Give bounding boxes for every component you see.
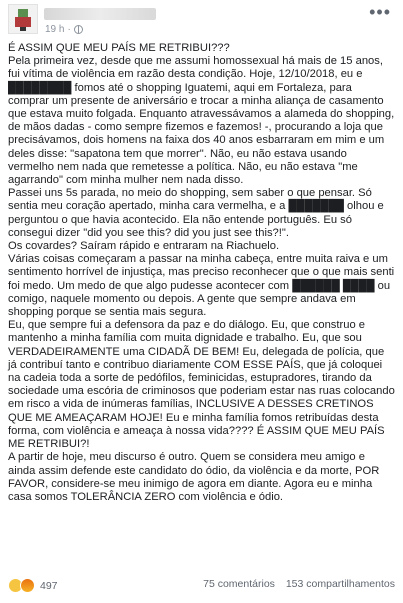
post-paragraph: A partir de hoje, meu discurso é outro. …	[8, 451, 383, 503]
post-paragraph: Passei uns 5s parada, no meio do shoppin…	[8, 187, 387, 239]
post-paragraph: Pela primeira vez, desde que me assumi h…	[8, 55, 398, 187]
post-body: É ASSIM QUE MEU PAÍS ME RETRIBUI??? Pela …	[0, 42, 403, 504]
reactions-summary[interactable]: 497	[8, 578, 58, 593]
post-paragraph: Eu, que sempre fui a defensora da paz e …	[8, 319, 398, 451]
shares-link[interactable]: 153 compartilhamentos	[286, 578, 395, 590]
avatar[interactable]	[8, 4, 38, 34]
post-meta: 19 h ·	[45, 24, 83, 35]
author-name-redacted[interactable]	[44, 8, 156, 20]
angry-emoji-icon	[20, 578, 35, 593]
post-paragraph: É ASSIM QUE MEU PAÍS ME RETRIBUI???	[8, 42, 230, 54]
comments-link[interactable]: 75 comentários	[203, 578, 275, 590]
globe-icon	[73, 25, 83, 34]
post-header: 19 h · •••	[0, 0, 403, 42]
post-time[interactable]: 19 h	[45, 24, 64, 35]
engagement-counts: 75 comentários 153 compartilhamentos	[203, 578, 395, 590]
post-paragraph: Várias coisas começaram a passar na minh…	[8, 253, 398, 319]
more-options-icon[interactable]: •••	[369, 2, 391, 23]
post-paragraph: Os covardes? Saíram rápido e entraram na…	[8, 240, 280, 253]
post-footer: 497 75 comentários 153 compartilhamentos	[0, 576, 403, 596]
reaction-count: 497	[40, 579, 58, 592]
